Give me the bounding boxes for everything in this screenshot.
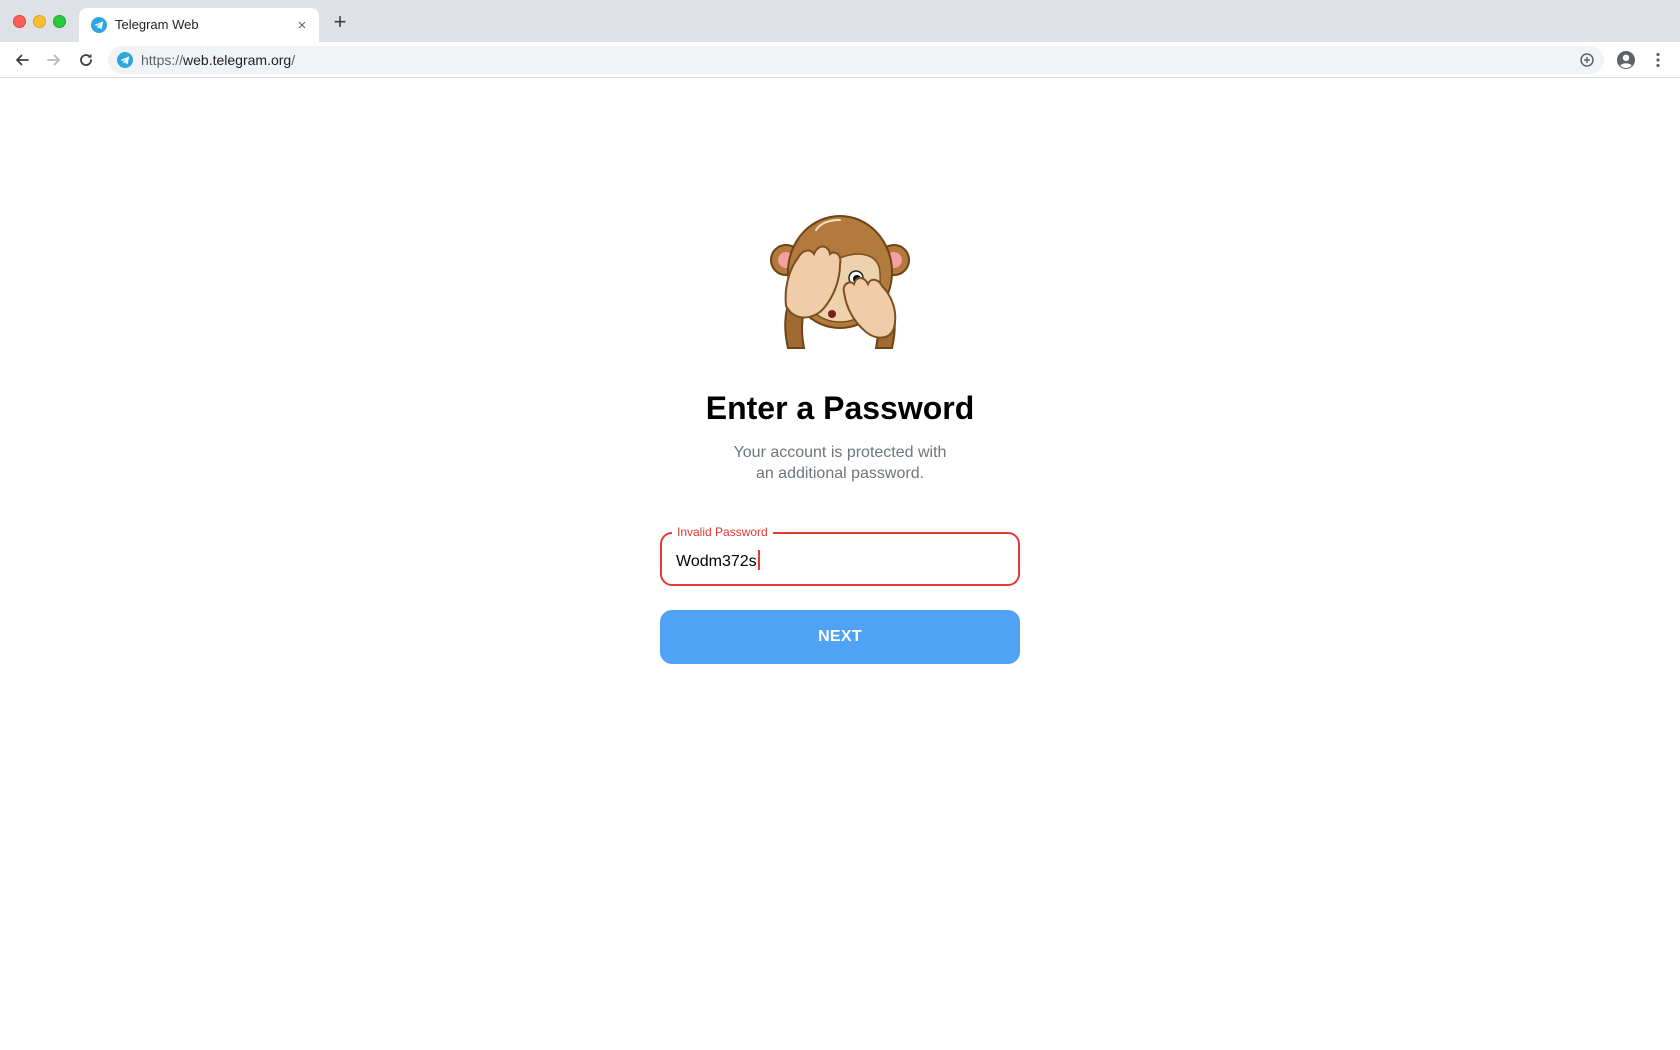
- back-button[interactable]: [10, 48, 34, 72]
- address-bar[interactable]: https://web.telegram.org/: [108, 46, 1604, 74]
- add-circle-icon[interactable]: [1578, 51, 1596, 69]
- window-minimize-button[interactable]: [33, 15, 46, 28]
- password-value[interactable]: Wodm372s: [676, 550, 760, 571]
- url-scheme: https://: [141, 52, 184, 68]
- reload-icon: [80, 53, 92, 66]
- telegram-password-page: Enter a Password Your account is protect…: [0, 78, 1680, 1050]
- next-button[interactable]: NEXT: [660, 610, 1020, 664]
- forward-arrow-icon: [47, 54, 60, 66]
- close-icon[interactable]: ×: [293, 16, 311, 34]
- password-input[interactable]: Invalid Password Wodm372s: [660, 525, 1020, 586]
- browser-tab-strip: Telegram Web × +: [0, 0, 1680, 42]
- window-close-button[interactable]: [13, 15, 26, 28]
- page-title: Enter a Password: [705, 390, 975, 426]
- tab-title: Telegram Web: [115, 17, 199, 32]
- password-value-text: Wodm372s: [676, 553, 757, 570]
- telegram-icon: [117, 52, 133, 68]
- profile-icon[interactable]: [1614, 48, 1638, 72]
- back-arrow-icon: [16, 54, 29, 66]
- telegram-icon: [91, 17, 107, 33]
- subtitle-line-2: an additional password.: [755, 465, 925, 482]
- subtitle-line-1: Your account is protected with: [733, 444, 947, 461]
- reload-button[interactable]: [74, 48, 98, 72]
- url-host: web.telegram.org: [183, 52, 292, 68]
- new-tab-button[interactable]: +: [330, 11, 350, 33]
- monkey-sticker: [770, 215, 910, 349]
- browser-toolbar: https://web.telegram.org/: [0, 42, 1680, 78]
- more-vert-icon[interactable]: [1648, 48, 1668, 72]
- url-text: https://web.telegram.org/: [141, 52, 295, 68]
- text-caret: [757, 550, 760, 570]
- window-zoom-button[interactable]: [53, 15, 66, 28]
- page-subtitle: Your account is protected with an additi…: [590, 442, 1090, 484]
- browser-tab[interactable]: Telegram Web ×: [79, 8, 319, 42]
- url-path: /: [291, 52, 296, 68]
- password-error-label: Invalid Password: [672, 525, 773, 539]
- forward-button[interactable]: [42, 48, 66, 72]
